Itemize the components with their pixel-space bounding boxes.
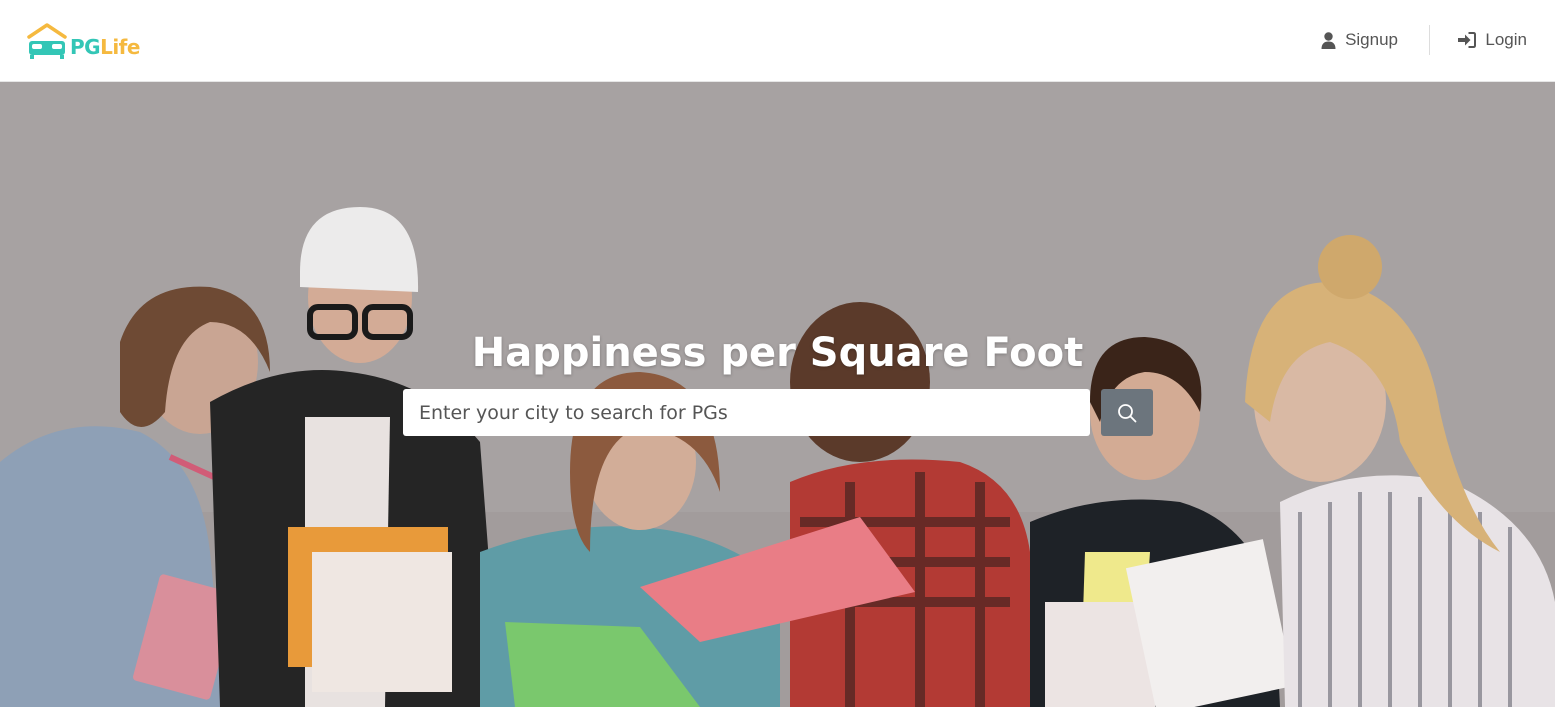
brand-name: PGLife [70,35,140,59]
nav-divider [1429,25,1430,55]
navbar: PGLife Signup Login [0,0,1555,82]
login-link[interactable]: Login [1458,26,1527,54]
sign-in-icon [1458,32,1477,48]
hero-title: Happiness per Square Foot [471,330,1084,376]
user-icon [1321,31,1336,49]
brand-logo[interactable]: PGLife [26,22,156,62]
brand-pg: PG [70,35,101,59]
search-icon [1118,403,1137,422]
search-button[interactable] [1101,389,1153,436]
city-search-input[interactable] [403,389,1090,436]
signup-label: Signup [1345,30,1398,49]
signup-link[interactable]: Signup [1321,26,1398,54]
login-label: Login [1485,30,1527,49]
hero-banner: Happiness per Square Foot [0,82,1555,707]
brand-life: Life [100,35,140,59]
house-bed-icon [27,23,67,59]
